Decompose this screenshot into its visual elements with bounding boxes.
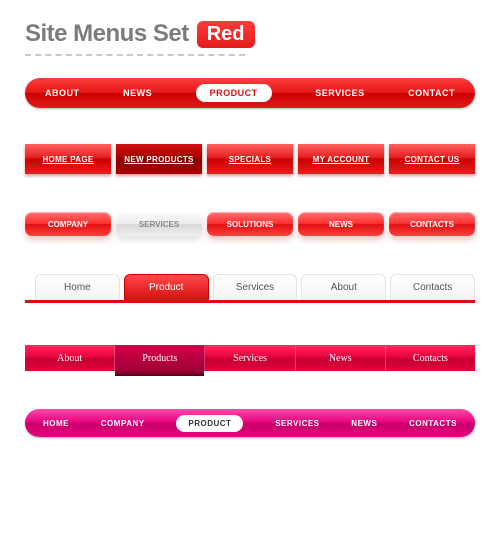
menu4-about[interactable]: About [301,274,386,300]
menu2-home[interactable]: HOME PAGE [25,144,111,174]
page-title-row: Site Menus Set Red [25,20,475,48]
menu5-contacts[interactable]: Contacts [386,345,475,371]
menu2-contact[interactable]: CONTACT US [389,144,475,174]
menu3-solutions[interactable]: SOLUTIONS [207,212,293,236]
menu6-services[interactable]: SERVICES [275,419,319,428]
menu4-product[interactable]: Product [124,274,209,300]
menu-pill-red: ABOUT NEWS PRODUCT SERVICES CONTACT [25,78,475,108]
title-badge: Red [197,21,255,48]
menu5-services[interactable]: Services [205,345,295,371]
menu5-products[interactable]: Products [115,345,205,371]
menu6-home[interactable]: HOME [43,419,69,428]
menu1-news[interactable]: NEWS [123,88,152,98]
menu3-services[interactable]: SERVICES [116,212,202,236]
menu-rounded-buttons: COMPANY SERVICES SOLUTIONS NEWS CONTACTS [25,212,475,236]
menu3-company[interactable]: COMPANY [25,212,111,236]
menu5-news[interactable]: News [296,345,386,371]
menu-blocks-red: HOME PAGE NEW PRODUCTS SPECIALS MY ACCOU… [25,144,475,174]
menu1-product[interactable]: PRODUCT [196,84,272,102]
menu6-news[interactable]: NEWS [351,419,377,428]
menu3-contacts[interactable]: CONTACTS [389,212,475,236]
menu2-account[interactable]: MY ACCOUNT [298,144,384,174]
menu-pill-pink: HOME COMPANY PRODUCT SERVICES NEWS CONTA… [25,409,475,437]
menu6-contacts[interactable]: CONTACTS [409,419,457,428]
page-title: Site Menus Set [25,20,189,48]
menu6-company[interactable]: COMPANY [101,419,145,428]
menu2-specials[interactable]: SPECIALS [207,144,293,174]
menu2-new-products[interactable]: NEW PRODUCTS [116,144,202,174]
menu4-home[interactable]: Home [35,274,120,300]
menu4-contacts[interactable]: Contacts [390,274,475,300]
menu-bar-magenta: About Products Services News Contacts [25,345,475,371]
menu5-about[interactable]: About [25,345,115,371]
menu6-product[interactable]: PRODUCT [176,415,243,432]
menu3-news[interactable]: NEWS [298,212,384,236]
menu1-contact[interactable]: CONTACT [408,88,455,98]
menu1-about[interactable]: ABOUT [45,88,80,98]
menu1-services[interactable]: SERVICES [315,88,364,98]
menu4-services[interactable]: Services [213,274,298,300]
title-divider [25,54,245,56]
menu-tabs-wrap: Home Product Services About Contacts [25,274,475,303]
menu-tabs: Home Product Services About Contacts [25,274,475,300]
